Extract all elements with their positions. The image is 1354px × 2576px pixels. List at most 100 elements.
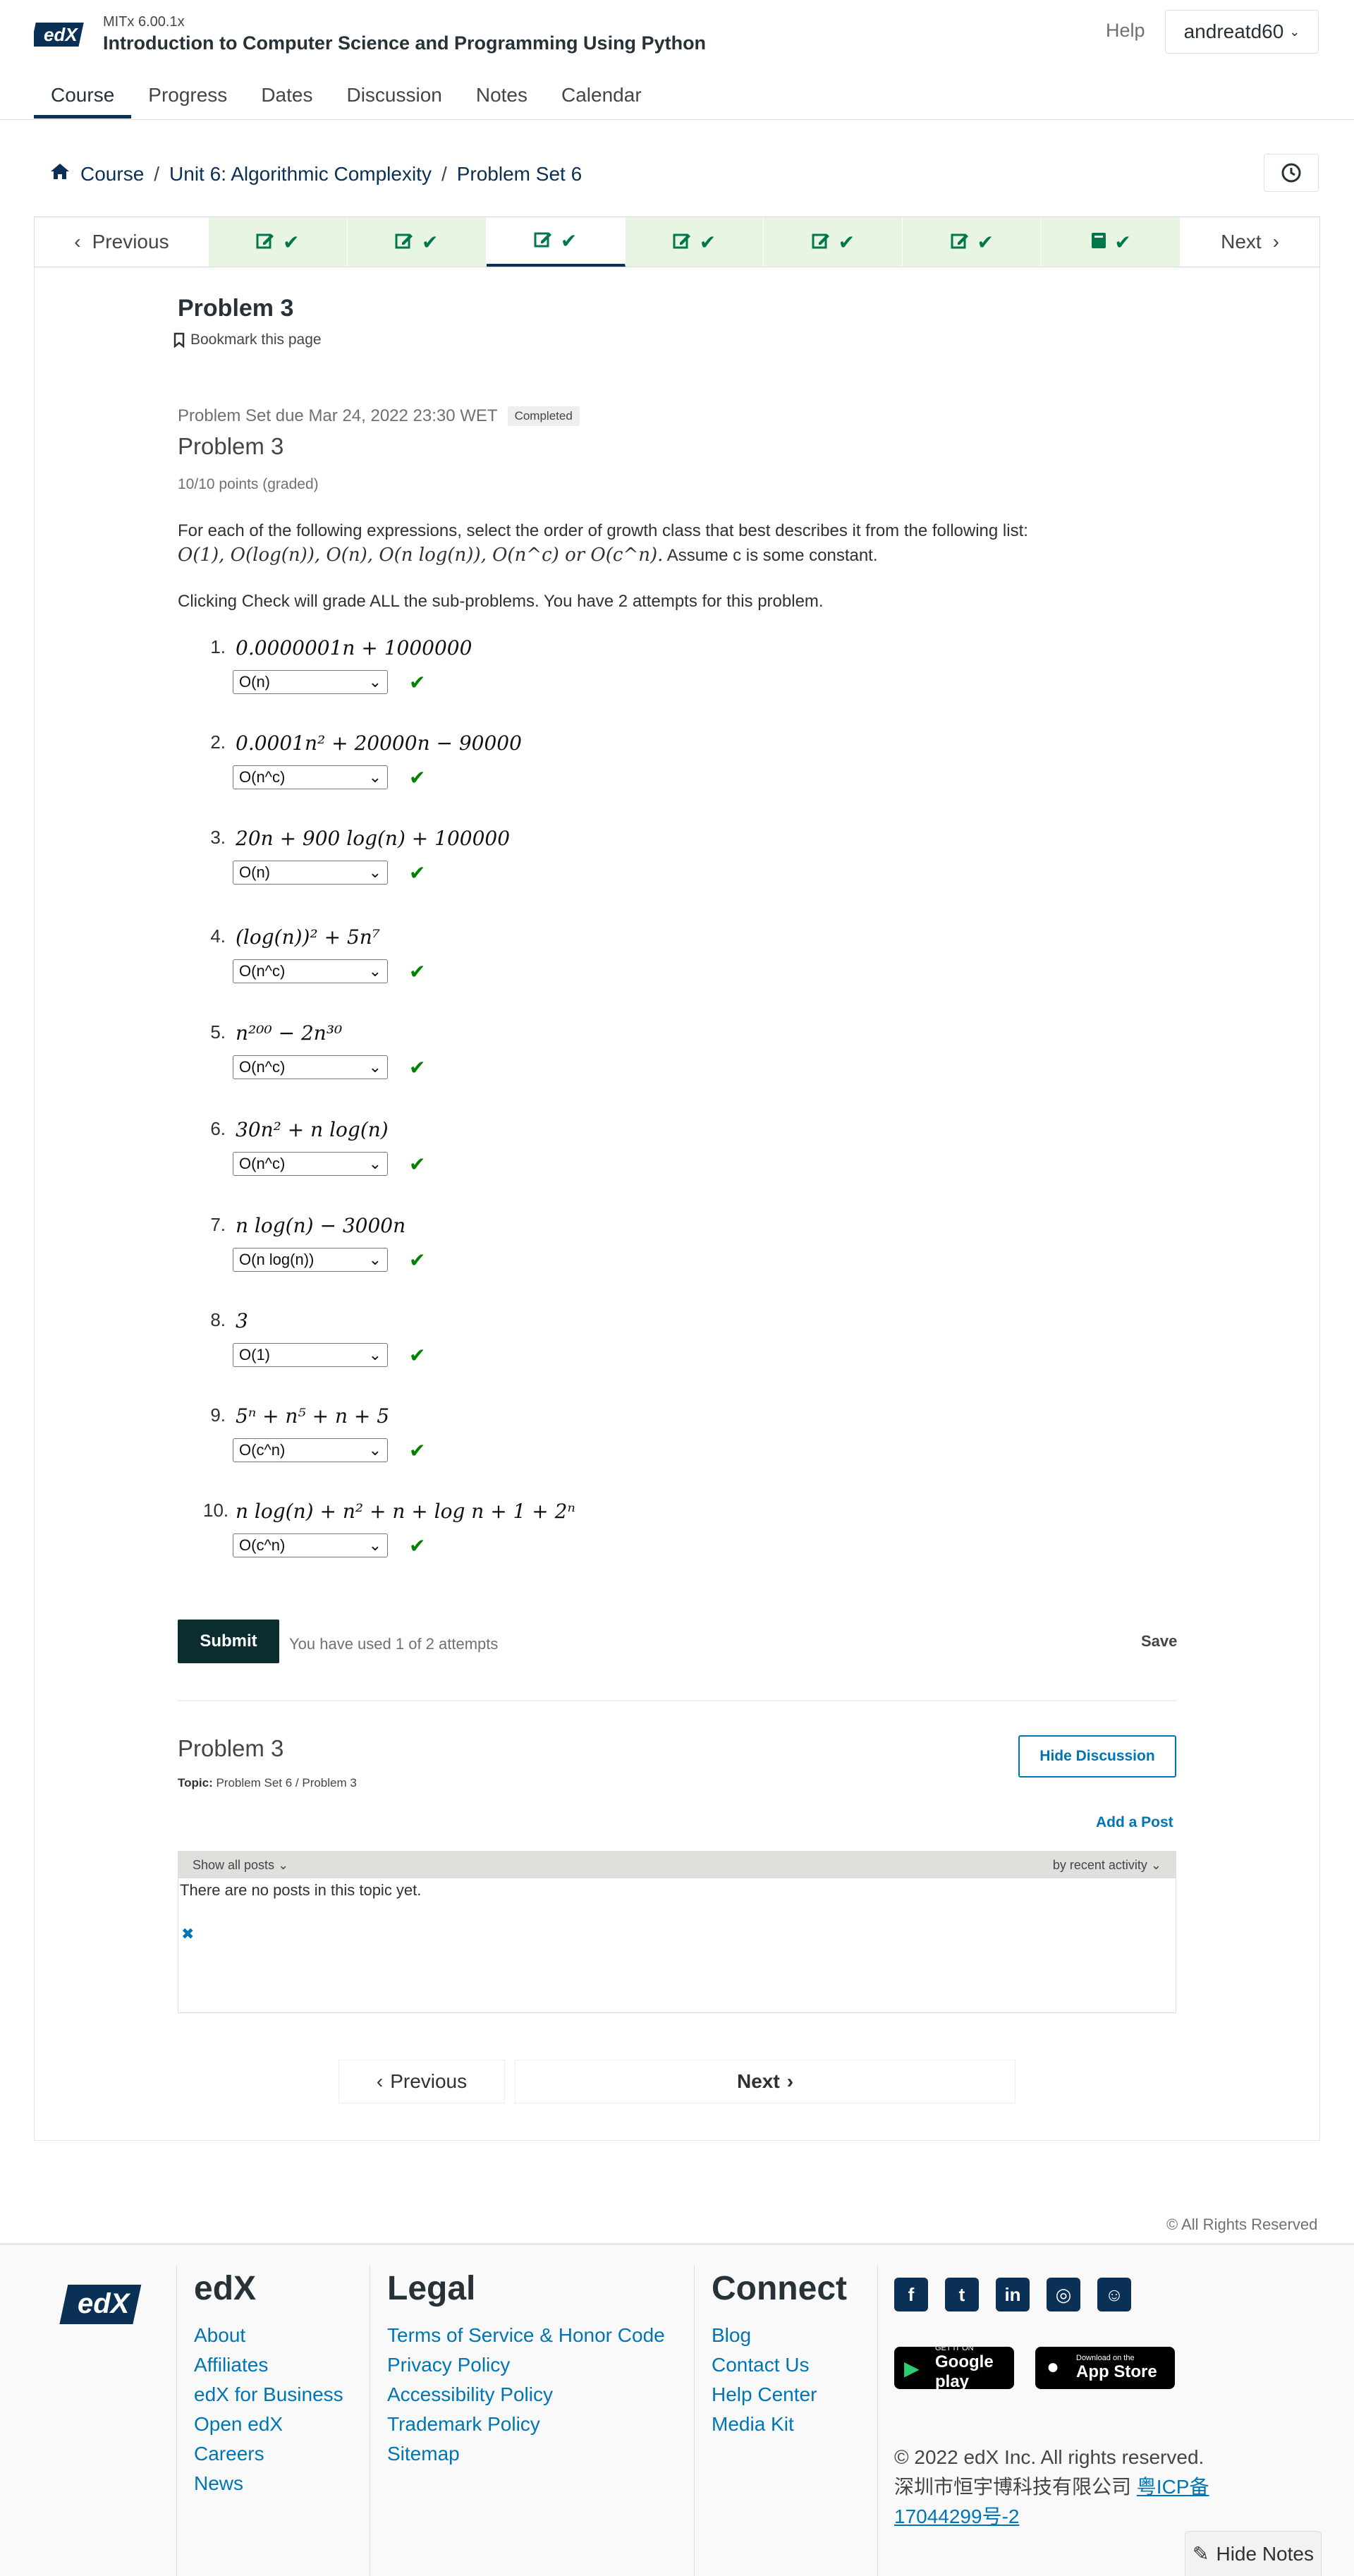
footer-col-connect: Connect Blog Contact Us Help Center Medi…: [694, 2265, 847, 2576]
reddit-icon[interactable]: ☺: [1097, 2278, 1131, 2311]
instagram-icon[interactable]: ◎: [1047, 2278, 1080, 2311]
answer-select[interactable]: O(n^c) ⌄: [233, 765, 388, 789]
footer-col-edx: edX About Affiliates edX for Business Op…: [176, 2265, 343, 2576]
constant-note: Assume c is some constant.: [666, 546, 878, 565]
answer-value: O(n^c): [239, 1155, 286, 1172]
footer-link[interactable]: Terms of Service & Honor Code: [387, 2321, 665, 2350]
answer-select[interactable]: O(n) ⌄: [233, 670, 388, 694]
footer-link[interactable]: About: [194, 2321, 343, 2350]
schedule-button[interactable]: [1264, 154, 1319, 192]
checkmark-icon: ✔: [1114, 231, 1131, 253]
bottom-next-label: Next: [736, 2070, 780, 2092]
hide-discussion-button[interactable]: Hide Discussion: [1018, 1735, 1176, 1778]
answer-select[interactable]: O(1) ⌄: [233, 1343, 388, 1367]
sequence-item[interactable]: ✔: [903, 217, 1042, 267]
breadcrumb: Course / Unit 6: Algorithmic Complexity …: [49, 162, 582, 186]
hide-notes-button[interactable]: ✎ Hide Notes: [1185, 2531, 1322, 2576]
help-link[interactable]: Help: [1106, 20, 1145, 42]
tab-progress[interactable]: Progress: [131, 75, 244, 119]
sequence-item[interactable]: ✔: [347, 217, 487, 267]
footer-link[interactable]: Accessibility Policy: [387, 2380, 665, 2410]
sequence-item[interactable]: ✔: [1042, 217, 1181, 267]
answer-value: O(n): [239, 863, 270, 881]
footer-link[interactable]: Open edX: [194, 2410, 343, 2439]
question-number: 5.: [210, 1021, 226, 1043]
correct-icon: ✔: [409, 671, 426, 693]
sort-label: by recent activity: [1052, 1857, 1147, 1872]
tab-dates[interactable]: Dates: [244, 75, 329, 119]
footer-link[interactable]: Contact Us: [712, 2350, 847, 2380]
sequence-item[interactable]: ✔: [764, 217, 903, 267]
question-item: 9. 5ⁿ + n⁵ + n + 5 O(c^n) ⌄ ✔: [203, 1404, 838, 1462]
footer-link[interactable]: Media Kit: [712, 2410, 847, 2439]
footer-link[interactable]: Sitemap: [387, 2439, 665, 2469]
tab-course[interactable]: Course: [34, 75, 132, 119]
answer-select[interactable]: O(c^n) ⌄: [233, 1438, 388, 1462]
footer-link[interactable]: News: [194, 2469, 343, 2498]
answer-select[interactable]: O(n log(n)) ⌄: [233, 1248, 388, 1272]
question-number: 4.: [210, 925, 226, 947]
discussion-box: Show all posts ⌄ by recent activity ⌄ Th…: [178, 1851, 1176, 2013]
footer-link[interactable]: edX for Business: [194, 2380, 343, 2410]
breadcrumb-separator: /: [154, 162, 160, 185]
question-item: 7. n log(n) − 3000n O(n log(n)) ⌄ ✔: [203, 1214, 838, 1272]
twitter-icon[interactable]: t: [945, 2278, 979, 2311]
sequence-item-active[interactable]: ✔: [486, 217, 626, 267]
answer-value: O(n^c): [239, 768, 286, 786]
footer-link[interactable]: Blog: [712, 2321, 847, 2350]
rights-text: © All Rights Reserved: [1166, 2216, 1317, 2234]
footer-link[interactable]: Trademark Policy: [387, 2410, 665, 2439]
footer-link[interactable]: Affiliates: [194, 2350, 343, 2380]
tab-discussion[interactable]: Discussion: [329, 75, 458, 119]
google-play-big: Google play: [935, 2352, 994, 2391]
save-button[interactable]: Save: [1141, 1632, 1177, 1651]
edx-footer-logo[interactable]: edX: [59, 2279, 151, 2330]
sort-select[interactable]: by recent activity ⌄: [1053, 1858, 1161, 1873]
facebook-icon[interactable]: f: [894, 2278, 928, 2311]
sequence-item[interactable]: ✔: [208, 217, 348, 267]
correct-icon: ✔: [409, 1248, 426, 1271]
footer-link[interactable]: Privacy Policy: [387, 2350, 665, 2380]
app-store-badge[interactable]: ● Download on the App Store: [1035, 2347, 1175, 2389]
checkmark-icon: ✔: [283, 231, 300, 253]
edx-logo[interactable]: edX: [30, 18, 87, 51]
footer-link[interactable]: Help Center: [712, 2380, 847, 2410]
answer-select[interactable]: O(c^n) ⌄: [233, 1533, 388, 1557]
breadcrumb-section[interactable]: Problem Set 6: [457, 163, 582, 186]
breadcrumb-unit[interactable]: Unit 6: Algorithmic Complexity: [169, 163, 432, 186]
answer-value: O(1): [239, 1346, 270, 1363]
submit-button[interactable]: Submit: [178, 1620, 279, 1663]
due-date: Problem Set due Mar 24, 2022 23:30 WET C…: [178, 406, 580, 426]
add-post-link[interactable]: Add a Post: [1096, 1814, 1173, 1831]
bookmark-icon: [173, 332, 185, 348]
bookmark-button[interactable]: Bookmark this page: [173, 332, 322, 348]
apple-icon: ●: [1047, 2355, 1060, 2378]
linkedin-icon[interactable]: in: [996, 2278, 1030, 2311]
user-menu-button[interactable]: andreatd60 ⌄: [1165, 10, 1319, 54]
tab-notes[interactable]: Notes: [459, 75, 544, 119]
sequence-item[interactable]: ✔: [625, 217, 764, 267]
close-icon[interactable]: ✖: [181, 1925, 194, 1943]
filter-select[interactable]: Show all posts ⌄: [193, 1858, 288, 1873]
sequence-navigation: ‹ Previous ✔ ✔ ✔ ✔ ✔ ✔ ✔ Next ›: [34, 217, 1320, 267]
sequence-next-button[interactable]: Next ›: [1181, 217, 1319, 267]
chevron-down-icon: ⌄: [1289, 24, 1300, 39]
tab-calendar[interactable]: Calendar: [544, 75, 659, 119]
google-play-small: GET IT ON: [935, 2344, 974, 2352]
answer-select[interactable]: O(n) ⌄: [233, 861, 388, 885]
checkmark-icon: ✔: [560, 229, 578, 252]
bottom-next-button[interactable]: Next ›: [515, 2060, 1016, 2103]
answer-select[interactable]: O(n^c) ⌄: [233, 1152, 388, 1176]
site-footer: edX edX About Affiliates edX for Busines…: [0, 2243, 1354, 2576]
bottom-previous-button[interactable]: ‹ Previous: [338, 2060, 505, 2103]
breadcrumb-course[interactable]: Course: [80, 163, 144, 186]
footer-link[interactable]: Careers: [194, 2439, 343, 2469]
question-number: 7.: [210, 1214, 226, 1235]
sequence-previous-button[interactable]: ‹ Previous: [35, 217, 209, 267]
chevron-down-icon: ⌄: [368, 1536, 382, 1554]
question-number: 9.: [210, 1404, 226, 1426]
filter-label: Show all posts: [193, 1857, 275, 1872]
answer-select[interactable]: O(n^c) ⌄: [233, 1055, 388, 1079]
google-play-badge[interactable]: ▶ GET IT ON Google play: [894, 2344, 1014, 2391]
answer-select[interactable]: O(n^c) ⌄: [233, 959, 388, 983]
